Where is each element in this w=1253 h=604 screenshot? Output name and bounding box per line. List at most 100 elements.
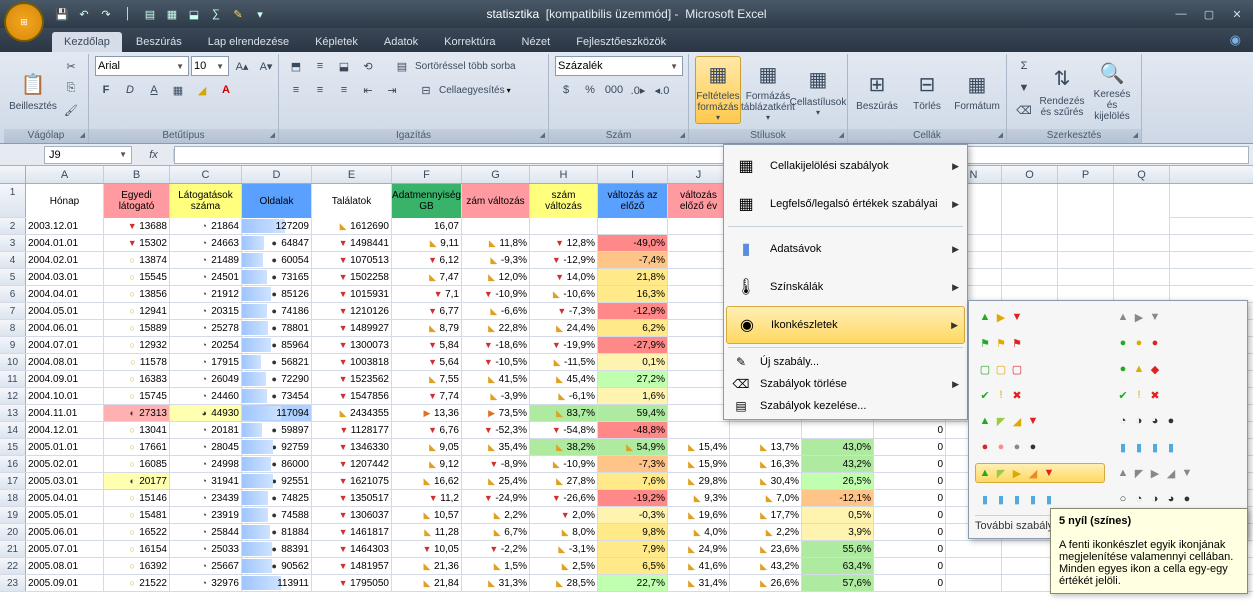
cell[interactable] xyxy=(1002,218,1058,234)
cell[interactable]: 0 xyxy=(874,439,946,455)
copy-icon[interactable]: ⎘ xyxy=(60,78,82,98)
cell[interactable]: ◣1612690 xyxy=(312,218,392,234)
cell[interactable]: ●73454 xyxy=(242,388,312,404)
cell[interactable]: 2004.03.01 xyxy=(26,269,104,285)
cell[interactable]: ◣28,5% xyxy=(530,575,598,591)
cell[interactable]: ○15481 xyxy=(104,507,170,523)
cell[interactable]: ▼1481957 xyxy=(312,558,392,574)
col-header-G[interactable]: G xyxy=(462,166,530,183)
cell[interactable] xyxy=(1002,235,1058,251)
qat-icon-1[interactable]: ▤ xyxy=(142,6,158,22)
cell[interactable] xyxy=(668,405,730,421)
cell[interactable]: ◣38,2% xyxy=(530,439,598,455)
cell[interactable]: ◣15,9% xyxy=(668,456,730,472)
indent-dec-icon[interactable]: ⇤ xyxy=(357,80,379,100)
cell[interactable]: 2004.05.01 xyxy=(26,303,104,319)
cell[interactable]: ◣23,6% xyxy=(730,541,802,557)
percent-icon[interactable]: % xyxy=(579,80,601,100)
tab-data[interactable]: Adatok xyxy=(372,32,430,52)
cell[interactable]: 7,9% xyxy=(598,541,668,557)
cell[interactable]: ◣83,7% xyxy=(530,405,598,421)
cell[interactable]: 2005.07.01 xyxy=(26,541,104,557)
cell[interactable] xyxy=(462,218,530,234)
underline-icon[interactable]: A xyxy=(143,80,165,100)
cell[interactable]: ●72290 xyxy=(242,371,312,387)
cell[interactable]: ●78801 xyxy=(242,320,312,336)
cell[interactable]: 6,5% xyxy=(598,558,668,574)
header-cell[interactable]: Találatok xyxy=(312,184,392,218)
cell[interactable]: ◔25033 xyxy=(170,541,242,557)
cell[interactable]: ▼7,74 xyxy=(392,388,462,404)
cell[interactable]: ▼1621075 xyxy=(312,473,392,489)
row-header[interactable]: 13 xyxy=(0,405,26,421)
cell[interactable] xyxy=(668,320,730,336)
cell[interactable]: 2005.08.01 xyxy=(26,558,104,574)
row-header[interactable]: 4 xyxy=(0,252,26,268)
row-header[interactable]: 7 xyxy=(0,303,26,319)
row-header[interactable]: 22 xyxy=(0,558,26,574)
cell[interactable]: ◔21864 xyxy=(170,218,242,234)
cell[interactable]: ○13041 xyxy=(104,422,170,438)
cell[interactable]: ◔25844 xyxy=(170,524,242,540)
cell[interactable] xyxy=(668,303,730,319)
help-icon[interactable]: ◉ xyxy=(1230,32,1241,48)
cell[interactable]: 2005.09.01 xyxy=(26,575,104,591)
cell[interactable]: 2004.04.01 xyxy=(26,286,104,302)
row-header[interactable]: 9 xyxy=(0,337,26,353)
cell[interactable]: ▼-26,6% xyxy=(530,490,598,506)
header-cell[interactable]: zám változás xyxy=(462,184,530,218)
cell[interactable]: -48,8% xyxy=(598,422,668,438)
cell[interactable]: ○16522 xyxy=(104,524,170,540)
cell[interactable]: ◣21,84 xyxy=(392,575,462,591)
cell[interactable]: ◔20315 xyxy=(170,303,242,319)
cell[interactable]: 2004.10.01 xyxy=(26,388,104,404)
cell[interactable] xyxy=(668,235,730,251)
insert-cells-button[interactable]: ⊞Beszúrás xyxy=(854,56,900,124)
cell[interactable]: 55,6% xyxy=(802,541,874,557)
cell[interactable]: 2004.06.01 xyxy=(26,320,104,336)
cell[interactable]: ▼1300073 xyxy=(312,337,392,353)
cell[interactable]: 16,07 xyxy=(392,218,462,234)
cell[interactable]: ◣35,4% xyxy=(462,439,530,455)
cell[interactable]: -12,9% xyxy=(598,303,668,319)
row-header[interactable]: 10 xyxy=(0,354,26,370)
cell[interactable]: ◔24460 xyxy=(170,388,242,404)
cell[interactable]: 16,3% xyxy=(598,286,668,302)
cell[interactable]: ▼1498441 xyxy=(312,235,392,251)
cell[interactable]: ◣24,4% xyxy=(530,320,598,336)
cell[interactable]: ▼1210126 xyxy=(312,303,392,319)
cell[interactable]: ▼5,64 xyxy=(392,354,462,370)
cell[interactable] xyxy=(802,422,874,438)
col-header-A[interactable]: A xyxy=(26,166,104,183)
align-top-icon[interactable]: ⬒ xyxy=(285,56,307,76)
cf-new-rule[interactable]: ✎Új szabály... xyxy=(726,351,965,373)
cell[interactable]: ◣-3,9% xyxy=(462,388,530,404)
font-size-combo[interactable]: ▼ xyxy=(191,56,229,76)
tab-formulas[interactable]: Képletek xyxy=(303,32,370,52)
cell[interactable]: ▼1346330 xyxy=(312,439,392,455)
cell[interactable]: ◔20254 xyxy=(170,337,242,353)
header-cell[interactable]: Adatmennyiség GB xyxy=(392,184,462,218)
cell[interactable]: ◣-10,6% xyxy=(530,286,598,302)
qat-icon-5[interactable]: ✎ xyxy=(230,6,246,22)
cell[interactable]: ◣9,12 xyxy=(392,456,462,472)
formula-input[interactable] xyxy=(174,146,1249,164)
tab-home[interactable]: Kezdőlap xyxy=(52,32,122,52)
cell[interactable] xyxy=(530,218,598,234)
cell[interactable]: ◣-10,9% xyxy=(530,456,598,472)
cell[interactable]: ▼11,2 xyxy=(392,490,462,506)
cell[interactable]: ◔32976 xyxy=(170,575,242,591)
iconset-option[interactable]: ▲▶▼ xyxy=(1113,307,1243,327)
qat-icon-4[interactable]: ∑ xyxy=(208,6,224,22)
cell[interactable]: ◣-11,5% xyxy=(530,354,598,370)
cell[interactable]: 0 xyxy=(874,558,946,574)
paste-button[interactable]: 📋 Beillesztés xyxy=(10,56,56,124)
row-header[interactable]: 11 xyxy=(0,371,26,387)
row-header[interactable]: 18 xyxy=(0,490,26,506)
cell[interactable]: ●73165 xyxy=(242,269,312,285)
cell[interactable]: ◣31,4% xyxy=(668,575,730,591)
cell[interactable]: ◐20177 xyxy=(104,473,170,489)
cell[interactable] xyxy=(1002,269,1058,285)
cell[interactable]: ◣7,0% xyxy=(730,490,802,506)
align-left-icon[interactable]: ≡ xyxy=(285,80,307,100)
